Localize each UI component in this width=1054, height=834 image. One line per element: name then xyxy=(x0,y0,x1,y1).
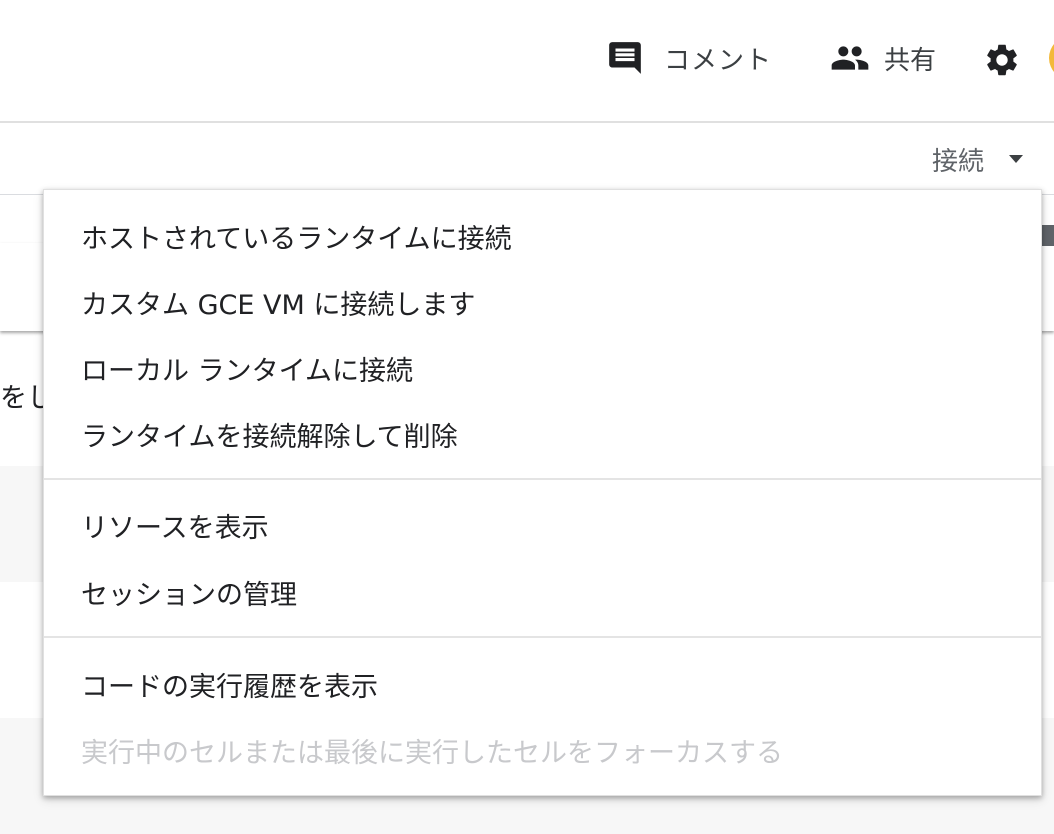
people-icon xyxy=(830,38,870,78)
menu-item-connect-hosted-runtime[interactable]: ホストされているランタイムに接続 xyxy=(44,205,1041,267)
menu-item-view-resources[interactable]: リソースを表示 xyxy=(44,494,1041,556)
caret-down-icon xyxy=(1006,153,1026,165)
colab-page: コメント 共有 接続 をし ホストされているランタイムに接続 カスタム GCE … xyxy=(0,0,1054,834)
menu-item-view-execution-history[interactable]: コードの実行履歴を表示 xyxy=(44,653,1041,715)
connect-label: 接続 xyxy=(932,146,985,177)
menu-item-focus-executing-cell: 実行中のセルまたは最後に実行したセルをフォーカスする xyxy=(81,737,783,769)
notebook-toolbar: 接続 xyxy=(0,123,1054,195)
comment-button[interactable]: コメント xyxy=(606,38,772,78)
comment-icon xyxy=(606,39,644,77)
menu-item-connect-custom-gce-vm[interactable]: カスタム GCE VM に接続します xyxy=(44,271,1041,333)
menu-item-manage-sessions[interactable]: セッションの管理 xyxy=(44,561,1041,623)
share-label: 共有 xyxy=(884,45,937,76)
share-button[interactable]: 共有 xyxy=(830,38,936,78)
connect-button[interactable]: 接続 xyxy=(932,141,1026,177)
settings-button[interactable] xyxy=(983,40,1021,80)
menu-divider xyxy=(44,478,1041,480)
connect-dropdown-menu: ホストされているランタイムに接続 カスタム GCE VM に接続します ローカル… xyxy=(43,189,1042,796)
top-header: コメント 共有 xyxy=(0,0,1054,123)
avatar[interactable] xyxy=(1049,36,1054,80)
menu-item-connect-local-runtime[interactable]: ローカル ランタイムに接続 xyxy=(44,337,1041,399)
menu-item-disconnect-delete-runtime[interactable]: ランタイムを接続解除して削除 xyxy=(44,403,1041,465)
gear-icon xyxy=(983,41,1021,79)
menu-divider xyxy=(44,636,1041,638)
comment-label: コメント xyxy=(664,45,773,76)
